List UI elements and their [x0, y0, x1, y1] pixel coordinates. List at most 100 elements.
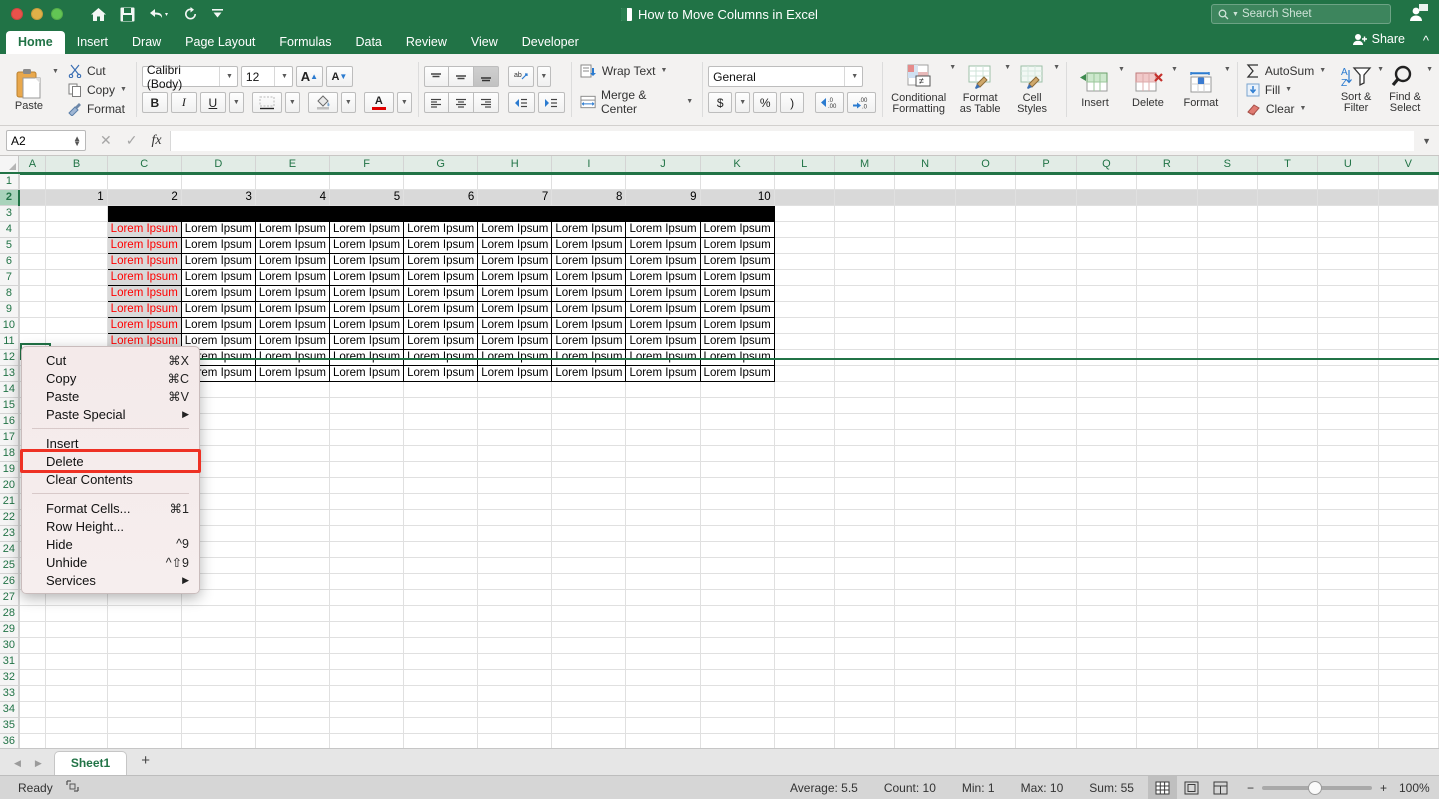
cell-E24[interactable]	[255, 541, 331, 558]
cell-L25[interactable]	[774, 557, 835, 574]
cell-T35[interactable]	[1257, 717, 1319, 734]
row-header-3[interactable]: 3	[0, 205, 20, 222]
cell-O3[interactable]	[955, 205, 1017, 222]
cell-G12[interactable]: Lorem Ipsum	[403, 348, 479, 366]
cell-I18[interactable]	[551, 445, 627, 462]
cell-Q34[interactable]	[1076, 701, 1138, 718]
cell-M33[interactable]	[834, 685, 896, 702]
cell-E36[interactable]	[255, 733, 331, 748]
cell-I8[interactable]: Lorem Ipsum	[551, 284, 627, 302]
cell-S35[interactable]	[1197, 717, 1258, 734]
cell-M24[interactable]	[834, 541, 896, 558]
underline-button[interactable]: U	[199, 92, 226, 113]
cell-T29[interactable]	[1257, 621, 1319, 638]
cell-G4[interactable]: Lorem Ipsum	[403, 220, 479, 238]
cell-O16[interactable]	[955, 413, 1017, 430]
font-family-chevron-icon[interactable]: ▼	[226, 73, 233, 80]
cell-K12[interactable]: Lorem Ipsum	[699, 348, 775, 366]
cell-Q11[interactable]	[1076, 333, 1138, 350]
cell-S32[interactable]	[1197, 669, 1258, 686]
cell-S22[interactable]	[1197, 509, 1258, 526]
cell-V24[interactable]	[1378, 541, 1439, 558]
cell-T11[interactable]	[1257, 333, 1319, 350]
cell-I4[interactable]: Lorem Ipsum	[551, 220, 627, 238]
cell-T16[interactable]	[1257, 413, 1319, 430]
cell-T25[interactable]	[1257, 557, 1319, 574]
cell-K7[interactable]: Lorem Ipsum	[699, 268, 775, 286]
cell-V14[interactable]	[1378, 381, 1439, 398]
cell-M29[interactable]	[834, 621, 896, 638]
cell-U33[interactable]	[1317, 685, 1379, 702]
cell-J15[interactable]	[625, 397, 701, 414]
cell-N20[interactable]	[894, 477, 956, 494]
cell-D33[interactable]	[181, 685, 256, 702]
number-format-select[interactable]: General ▼	[708, 66, 864, 87]
cell-I35[interactable]	[551, 717, 627, 734]
cell-K36[interactable]	[700, 733, 775, 748]
cell-K29[interactable]	[700, 621, 775, 638]
cell-S23[interactable]	[1197, 525, 1258, 542]
column-header-V[interactable]: V	[1378, 156, 1439, 174]
cell-V30[interactable]	[1378, 637, 1439, 654]
cell-F31[interactable]	[329, 653, 405, 670]
cell-M36[interactable]	[834, 733, 896, 748]
cell-A30[interactable]	[18, 637, 47, 654]
cell-I13[interactable]: Lorem Ipsum	[551, 364, 627, 382]
grid-row[interactable]: 19	[0, 461, 1439, 478]
cell-P13[interactable]	[1015, 365, 1077, 382]
cell-C8[interactable]: Lorem Ipsum	[106, 284, 182, 302]
cell-O35[interactable]	[955, 717, 1017, 734]
cell-K30[interactable]	[700, 637, 775, 654]
cell-T8[interactable]	[1257, 285, 1319, 302]
cell-S24[interactable]	[1197, 541, 1258, 558]
cell-E7[interactable]: Lorem Ipsum	[254, 268, 331, 286]
cell-K11[interactable]: Lorem Ipsum	[699, 332, 775, 350]
increase-indent-button[interactable]	[537, 92, 565, 113]
cell-S10[interactable]	[1197, 317, 1258, 334]
cell-N2[interactable]	[894, 189, 956, 206]
cell-M15[interactable]	[834, 397, 896, 414]
account-avatar[interactable]	[1409, 4, 1429, 25]
previous-sheet-icon[interactable]: ◀	[14, 758, 21, 769]
merge-center-dropdown-icon[interactable]: ▼	[686, 98, 693, 105]
cell-K2[interactable]: 10	[700, 189, 775, 206]
cell-M12[interactable]	[834, 349, 896, 366]
cell-M35[interactable]	[834, 717, 896, 734]
cell-E2[interactable]: 4	[255, 189, 331, 206]
cell-J12[interactable]: Lorem Ipsum	[625, 348, 701, 366]
cell-S7[interactable]	[1197, 269, 1258, 286]
column-header-O[interactable]: O	[955, 156, 1017, 174]
row-header-14[interactable]: 14	[0, 381, 20, 398]
cell-K21[interactable]	[700, 493, 775, 510]
cell-L17[interactable]	[774, 429, 835, 446]
cell-P27[interactable]	[1015, 589, 1077, 606]
cell-A6[interactable]	[18, 253, 47, 270]
cell-U22[interactable]	[1317, 509, 1379, 526]
delete-cells-dropdown-icon[interactable]: ▼	[1171, 66, 1178, 73]
cell-R9[interactable]	[1136, 301, 1198, 318]
row-header-25[interactable]: 25	[0, 557, 20, 574]
format-as-table-dropdown-icon[interactable]: ▼	[1004, 64, 1011, 71]
row-header-18[interactable]: 18	[0, 445, 20, 462]
grid-row[interactable]: 12 Lorem Ipsum Lorem Ipsum Lorem Ipsum Lorem…	[0, 348, 1439, 366]
cell-M20[interactable]	[834, 477, 896, 494]
grid-row[interactable]: 15	[0, 397, 1439, 414]
cell-P2[interactable]	[1015, 189, 1077, 206]
row-header-5[interactable]: 5	[0, 237, 20, 254]
select-all-corner[interactable]	[0, 156, 20, 174]
cell-V2[interactable]	[1378, 189, 1439, 206]
cell-L28[interactable]	[774, 605, 835, 622]
cell-H25[interactable]	[477, 557, 553, 574]
column-header-E[interactable]: E	[255, 156, 331, 174]
cell-O9[interactable]	[955, 301, 1017, 318]
cell-M16[interactable]	[834, 413, 896, 430]
cell-styles-dropdown-icon[interactable]: ▼	[1053, 64, 1060, 71]
cell-J5[interactable]: Lorem Ipsum	[625, 236, 701, 254]
cell-K18[interactable]	[700, 445, 775, 462]
cell-F11[interactable]: Lorem Ipsum	[328, 332, 405, 350]
cell-J25[interactable]	[625, 557, 701, 574]
cell-I2[interactable]: 8	[551, 189, 627, 206]
cell-U32[interactable]	[1317, 669, 1379, 686]
cell-F16[interactable]	[329, 413, 405, 430]
cell-Q24[interactable]	[1076, 541, 1138, 558]
